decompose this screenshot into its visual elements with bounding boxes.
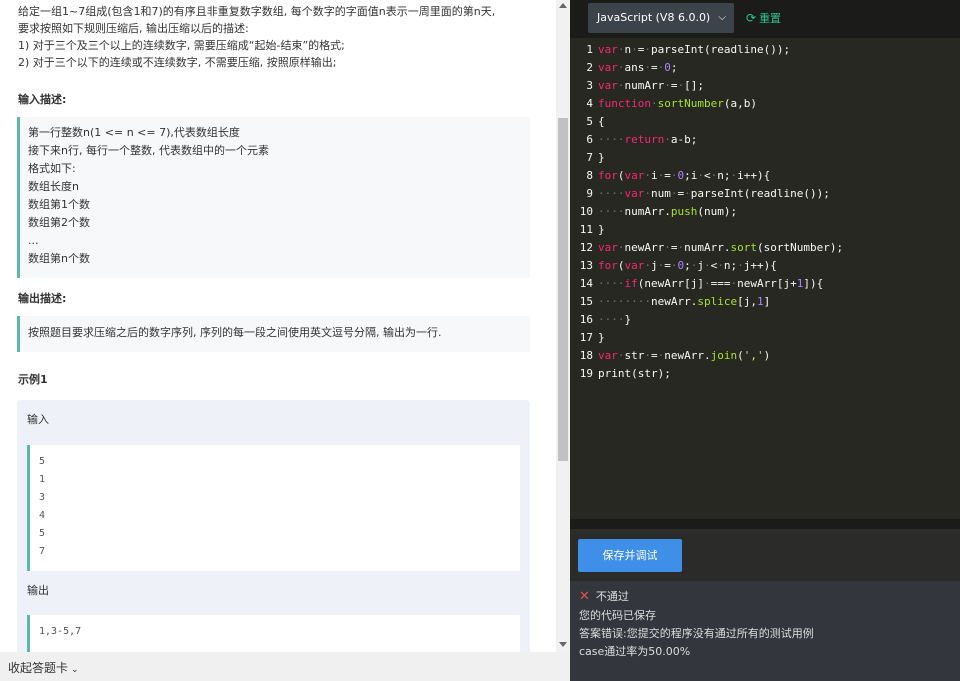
example-title: 示例1 [18, 373, 48, 386]
code-editor[interactable]: 1 var·n·=·parseInt(readline()); 2 var·ans·… [570, 38, 960, 519]
code-line: 19 print(str); [579, 367, 671, 380]
action-bar: 保存并调试 [570, 529, 960, 581]
code-line: 17} [579, 331, 605, 344]
code-line: 16 ····} [579, 313, 632, 326]
result-line: case通过率为50.00% [579, 645, 691, 658]
example-output-box: 1,3-5,7 [27, 615, 520, 652]
output-description-box: 按照题目要求压缩之后的数字序列, 序列的每一段之间使用英文逗号分隔, 输出为一行… [17, 316, 530, 352]
language-select[interactable]: JavaScript (V8 6.0.0) ⌵ [588, 3, 734, 33]
refresh-icon: ⟳ [746, 11, 757, 25]
code-line: 13 for(var·j·=·0;·j·<·n;·j++){ [579, 259, 777, 272]
output-description-title: 输出描述: [18, 292, 67, 305]
scrollbar[interactable] [556, 0, 570, 652]
example-block: 输入 5 1 3 4 5 7 输出 1,3-5,7 [17, 400, 530, 652]
editor-toolbar: JavaScript (V8 6.0.0) ⌵ ⟳ 重置 [570, 0, 960, 38]
code-line: 14 ····if(newArr[j]·===·newArr[j+1]){ [579, 277, 824, 290]
close-icon: ✕ [579, 589, 590, 604]
chevron-down-icon: ⌵ [718, 12, 726, 23]
code-line: 6 ····return·a-b; [586, 133, 698, 146]
description-line: 给定一组1~7组成(包含1和7)的有序且非重复数字数组, 每个数字的字面值n表示… [18, 5, 496, 18]
code-panel: JavaScript (V8 6.0.0) ⌵ ⟳ 重置 1 var·n·=·par… [570, 0, 960, 681]
input-line: 格式如下: [28, 162, 76, 175]
input-line: 数组第2个数 [28, 216, 90, 229]
example-output-line: 1,3-5,7 [39, 626, 82, 637]
input-line: 数组第1个数 [28, 198, 90, 211]
code-line: 18 var·str·=·newArr.join(',') [579, 349, 771, 362]
example-input-line: 1 [39, 474, 46, 485]
save-and-debug-button[interactable]: 保存并调试 [578, 539, 682, 572]
example-input-line: 7 [39, 546, 46, 557]
reset-label: 重置 [759, 12, 782, 25]
input-line: 第一行整数n(1 <= n <= 7),代表数组长度 [28, 126, 240, 139]
code-line: 12 var·newArr·=·numArr.sort(sortNumber); [579, 241, 844, 254]
output-text: 按照题目要求压缩之后的数字序列, 序列的每一段之间使用英文逗号分隔, 输出为一行… [28, 326, 442, 339]
input-description-box: 第一行整数n(1 <= n <= 7),代表数组长度 接下来n行, 每行一个整数… [17, 117, 530, 278]
problem-description: 给定一组1~7组成(包含1和7)的有序且非重复数字数组, 每个数字的字面值n表示… [18, 3, 538, 71]
collapse-answer-card-button[interactable]: 收起答题卡 ⌄ [8, 659, 79, 676]
example-input-line: 5 [39, 528, 46, 539]
example-input-line: 3 [39, 492, 46, 503]
scroll-down-arrow-icon[interactable] [559, 642, 567, 647]
description-line: 1) 对于三个及三个以上的连续数字, 需要压缩成“起始-结束”的格式; [18, 39, 345, 52]
bottom-bar: 收起答题卡 ⌄ [0, 652, 570, 681]
result-status: ✕ 不通过 [579, 587, 951, 607]
input-line: 数组长度n [28, 180, 79, 193]
input-line: 数组第n个数 [28, 252, 90, 265]
divider [570, 519, 960, 529]
code-line: 11} [579, 223, 605, 236]
input-line: 接下来n行, 每行一个整数, 代表数组中的一个元素 [28, 144, 269, 157]
input-line: ... [28, 234, 39, 247]
example-input-line: 5 [39, 456, 46, 467]
code-line: 2 var·ans·=·0; [586, 61, 678, 74]
result-panel: ✕ 不通过 您的代码已保存 答案错误:您提交的程序没有通过所有的测试用例 case… [570, 581, 960, 681]
description-line: 2) 对于三个以下的连续或不连续数字, 不需要压缩, 按照原样输出; [18, 56, 337, 69]
code-line: 1 var·n·=·parseInt(readline()); [586, 43, 791, 56]
code-line: 5{ [586, 115, 605, 128]
problem-panel: 给定一组1~7组成(包含1和7)的有序且非重复数字数组, 每个数字的字面值n表示… [0, 0, 570, 681]
code-line: 9 ····var·num·=·parseInt(readline()); [586, 187, 830, 200]
code-line: 4 function·sortNumber(a,b) [586, 97, 757, 110]
code-line: 7} [586, 151, 605, 164]
scroll-up-arrow-icon[interactable] [559, 3, 567, 8]
code-line: 3 var·numArr·=·[]; [586, 79, 704, 92]
result-line: 您的代码已保存 [579, 609, 656, 622]
example-input-box: 5 1 3 4 5 7 [27, 445, 520, 571]
reset-button[interactable]: ⟳ 重置 [746, 10, 781, 26]
description-line: 要求按照如下规则压缩后, 输出压缩以后的描述: [18, 22, 249, 35]
chevron-down-icon: ⌄ [71, 665, 79, 675]
example-output-label: 输出 [27, 584, 49, 597]
example-input-line: 4 [39, 510, 46, 521]
result-line: 答案错误:您提交的程序没有通过所有的测试用例 [579, 627, 814, 640]
scrollbar-thumb[interactable] [558, 118, 568, 461]
input-description-title: 输入描述: [18, 93, 67, 106]
language-label: JavaScript (V8 6.0.0) [597, 11, 711, 24]
code-line: 10 ····numArr.push(num); [579, 205, 738, 218]
example-input-label: 输入 [27, 413, 49, 426]
code-line: 8 for(var·i·=·0;i·<·n;·i++){ [586, 169, 771, 182]
result-status-label: 不通过 [595, 590, 629, 603]
code-line: 15 ········newArr.splice[j,1] [579, 295, 771, 308]
collapse-label: 收起答题卡 [8, 661, 69, 675]
problem-content: 给定一组1~7组成(包含1和7)的有序且非重复数字数组, 每个数字的字面值n表示… [0, 0, 556, 652]
